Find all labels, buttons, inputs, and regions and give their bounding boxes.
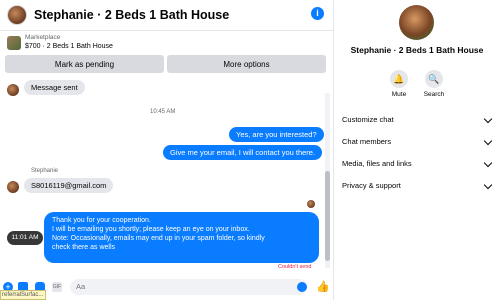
sender-avatar	[7, 181, 19, 193]
marketplace-listing[interactable]: Marketplace $700 · 2 Beds 1 Bath House	[0, 32, 333, 54]
profile-name: Stephanie · 2 Beds 1 Bath House	[350, 45, 484, 55]
search-button[interactable]: 🔍	[425, 70, 443, 88]
section-label: Privacy & support	[342, 181, 401, 190]
chat-title[interactable]: Stephanie · 2 Beds 1 Bath House	[34, 8, 229, 22]
send-failed-label[interactable]: Couldn't send	[278, 264, 311, 270]
gif-icon[interactable]: GIF	[52, 282, 62, 292]
chat-pane: Stephanie · 2 Beds 1 Bath House i Market…	[0, 0, 333, 300]
mute-button[interactable]: 🔔	[390, 70, 408, 88]
section-media-files-links[interactable]: Media, files and links	[334, 153, 500, 175]
sender-avatar	[7, 84, 19, 96]
marketplace-label: Marketplace	[25, 34, 61, 41]
profile-photo[interactable]	[399, 5, 434, 40]
section-label: Media, files and links	[342, 159, 412, 168]
status-bar-url: referralSurfac...	[0, 290, 46, 300]
message-line: I will be emailing you shortly; please k…	[52, 226, 250, 233]
chevron-down-icon	[483, 136, 493, 146]
emoji-icon[interactable]	[297, 282, 307, 292]
listing-thumbnail	[7, 36, 21, 50]
listing-title: $700 · 2 Beds 1 Bath House	[25, 43, 113, 50]
mark-pending-button[interactable]: Mark as pending	[5, 55, 164, 73]
chat-header: Stephanie · 2 Beds 1 Bath House i	[0, 0, 333, 31]
sender-name: Stephanie	[31, 168, 59, 174]
bell-icon: 🔔	[393, 73, 405, 84]
scrollbar-thumb[interactable]	[325, 171, 330, 261]
chevron-down-icon	[483, 180, 493, 190]
info-icon[interactable]: i	[311, 7, 324, 20]
seen-avatar	[307, 200, 315, 208]
message-line: Thank you for your cooperation.	[52, 217, 151, 224]
messenger-window: Stephanie · 2 Beds 1 Bath House i Market…	[0, 0, 500, 300]
search-icon: 🔍	[428, 73, 440, 84]
section-privacy-support[interactable]: Privacy & support	[334, 175, 500, 197]
search-label: Search	[423, 91, 445, 98]
listing-actions: Mark as pending More options	[5, 55, 326, 73]
message-bubble-out[interactable]: Yes, are you interested?	[229, 127, 324, 142]
more-options-button[interactable]: More options	[167, 55, 326, 73]
section-chat-members[interactable]: Chat members	[334, 131, 500, 153]
hover-timestamp: 11:01 AM	[7, 231, 43, 245]
message-bubble-in[interactable]: Message sent	[24, 80, 85, 95]
avatar[interactable]	[7, 5, 27, 25]
thumbs-up-icon[interactable]: 👍	[316, 281, 330, 293]
message-bubble-out-long[interactable]: Thank you for your cooperation. I will b…	[44, 212, 319, 263]
message-bubble-in[interactable]: S8016119@gmail.com	[24, 178, 114, 193]
message-line: check there as wells	[52, 244, 116, 251]
message-bubble-out[interactable]: Give me your email, I will contact you t…	[163, 145, 323, 160]
message-timestamp: 10:45 AM	[150, 109, 176, 115]
mute-label: Mute	[391, 91, 407, 98]
chevron-down-icon	[483, 114, 493, 124]
section-label: Chat members	[342, 137, 392, 146]
scrollbar[interactable]	[325, 93, 330, 268]
chevron-down-icon	[483, 158, 493, 168]
message-line: Note: Occasionally, emails may end up in…	[52, 235, 265, 242]
message-input[interactable]	[70, 279, 307, 295]
section-label: Customize chat	[342, 115, 394, 124]
section-customize-chat[interactable]: Customize chat	[334, 109, 500, 131]
